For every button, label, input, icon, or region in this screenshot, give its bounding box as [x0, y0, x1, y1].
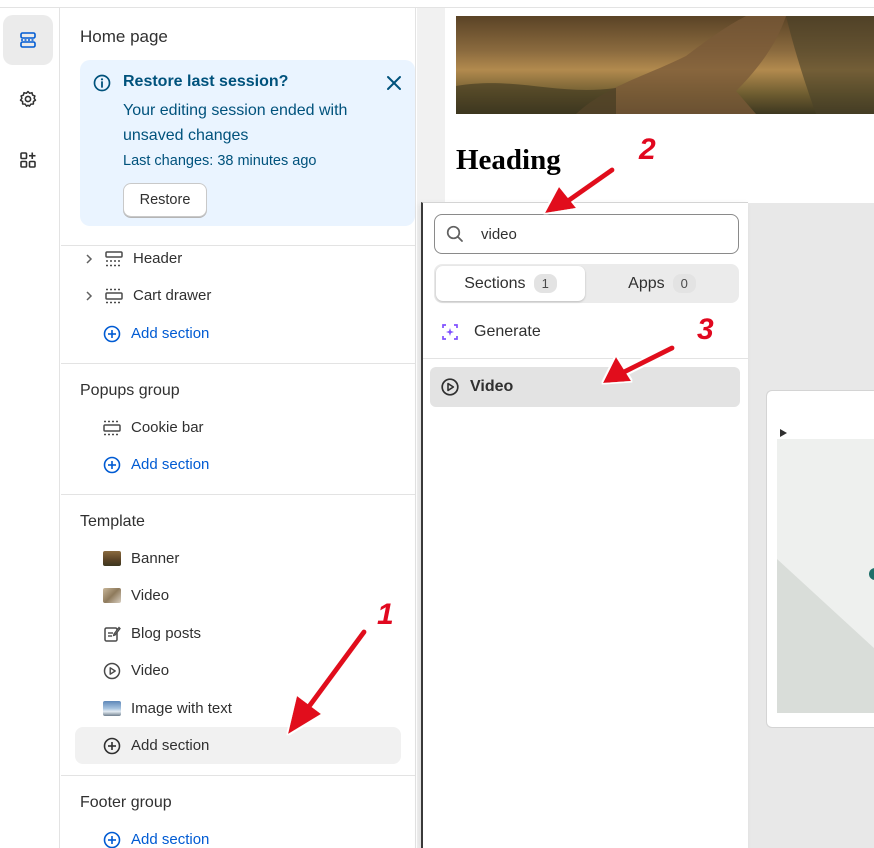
add-section-label: Add section	[131, 831, 210, 848]
add-section-button-footer[interactable]: Add section	[75, 821, 401, 848]
cookie-bar-layout-icon	[103, 418, 129, 438]
search-field[interactable]	[434, 214, 739, 254]
apps-icon	[20, 152, 36, 168]
tab-sections[interactable]: Sections 1	[436, 266, 585, 301]
plus-circle-icon	[103, 324, 129, 344]
section-item-label: Blog posts	[131, 625, 202, 642]
restore-session-banner: Restore last session? Your editing sessi…	[80, 60, 415, 226]
sections-sidebar: Home page Restore last session? Your edi…	[61, 8, 416, 848]
banner-thumbnail	[103, 549, 129, 569]
popover-tabs: Sections 1 Apps 0	[434, 264, 739, 303]
annotation-number: 2	[639, 133, 656, 166]
generate-label: Generate	[474, 323, 541, 340]
generate-button[interactable]: Generate	[440, 320, 541, 344]
top-bar	[0, 0, 874, 8]
add-section-popover: Sections 1 Apps 0 Generate Video	[421, 202, 748, 848]
divider	[61, 363, 416, 364]
section-item-blog-posts[interactable]: Blog posts	[75, 615, 401, 652]
left-rail	[0, 8, 60, 848]
video-thumbnail	[103, 586, 129, 606]
tab-label: Sections	[464, 274, 526, 292]
count-badge: 1	[533, 274, 557, 293]
play-circle-icon	[430, 377, 470, 397]
section-item-label: Video	[131, 587, 170, 604]
group-title-footer: Footer group	[80, 794, 172, 811]
search-input[interactable]	[481, 225, 721, 243]
section-item-label: Cookie bar	[131, 419, 204, 436]
annotation-number: 3	[697, 313, 714, 346]
section-item-label: Cart drawer	[133, 287, 212, 304]
page-title: Home page	[80, 27, 168, 46]
info-icon	[93, 74, 111, 92]
result-label: Video	[470, 378, 514, 395]
chevron-right-icon[interactable]	[75, 253, 103, 265]
plus-circle-icon	[103, 830, 129, 848]
count-badge: 0	[672, 274, 696, 293]
plus-circle-icon	[103, 736, 129, 756]
apps-rail-button[interactable]	[3, 135, 53, 185]
add-section-button-template[interactable]: Add section	[75, 727, 401, 764]
group-title-popups: Popups group	[80, 382, 180, 399]
last-changes-text: Last changes: 38 minutes ago	[123, 153, 317, 169]
section-item-label: Video	[131, 662, 170, 679]
sections-rail-button[interactable]	[3, 15, 53, 65]
header-layout-icon	[105, 249, 131, 269]
video-placeholder	[777, 439, 874, 713]
divider	[61, 775, 416, 776]
preview-heading: Heading	[456, 144, 561, 176]
banner-title: Restore last session?	[123, 73, 289, 90]
add-section-label: Add section	[131, 737, 210, 754]
close-icon[interactable]	[383, 72, 405, 94]
divider	[423, 358, 748, 359]
search-icon	[435, 224, 475, 244]
section-item-video-2[interactable]: Video	[75, 652, 401, 689]
section-item-header[interactable]: Header	[75, 240, 401, 277]
annotation-number: 1	[377, 598, 394, 631]
restore-button[interactable]: Restore	[123, 183, 207, 217]
blog-posts-icon	[103, 624, 129, 644]
section-item-label: Banner	[131, 550, 180, 567]
cart-drawer-layout-icon	[105, 286, 131, 306]
add-section-label: Add section	[131, 325, 210, 342]
sparkle-generate-icon	[442, 324, 458, 340]
play-circle-icon	[103, 661, 129, 681]
section-item-label: Image with text	[131, 700, 232, 717]
sections-icon	[20, 32, 36, 48]
tab-label: Apps	[628, 274, 665, 292]
chevron-right-icon[interactable]	[75, 290, 103, 302]
plus-circle-icon	[103, 455, 129, 475]
result-item-video[interactable]: Video	[430, 367, 740, 407]
add-section-button-header[interactable]: Add section	[75, 315, 401, 352]
image-with-text-thumbnail	[103, 699, 129, 719]
section-item-image-with-text[interactable]: Image with text	[75, 690, 401, 727]
banner-image	[456, 16, 874, 114]
section-item-label: Header	[133, 250, 183, 267]
section-item-cookie-bar[interactable]: Cookie bar	[75, 409, 401, 446]
divider	[61, 494, 416, 495]
section-item-cart-drawer[interactable]: Cart drawer	[75, 277, 401, 314]
play-small-icon	[780, 429, 787, 437]
gear-icon	[19, 90, 37, 107]
section-item-video[interactable]: Video	[75, 577, 401, 614]
video-preview-card	[766, 390, 874, 728]
settings-rail-button[interactable]	[3, 74, 53, 124]
tab-apps[interactable]: Apps 0	[587, 266, 737, 301]
preview-page: Heading	[445, 8, 874, 203]
add-section-button-popups[interactable]: Add section	[75, 446, 401, 483]
banner-message: Your editing session ended with unsaved …	[123, 102, 348, 144]
section-item-banner[interactable]: Banner	[75, 540, 401, 577]
add-section-label: Add section	[131, 456, 210, 473]
group-title-template: Template	[80, 513, 145, 530]
